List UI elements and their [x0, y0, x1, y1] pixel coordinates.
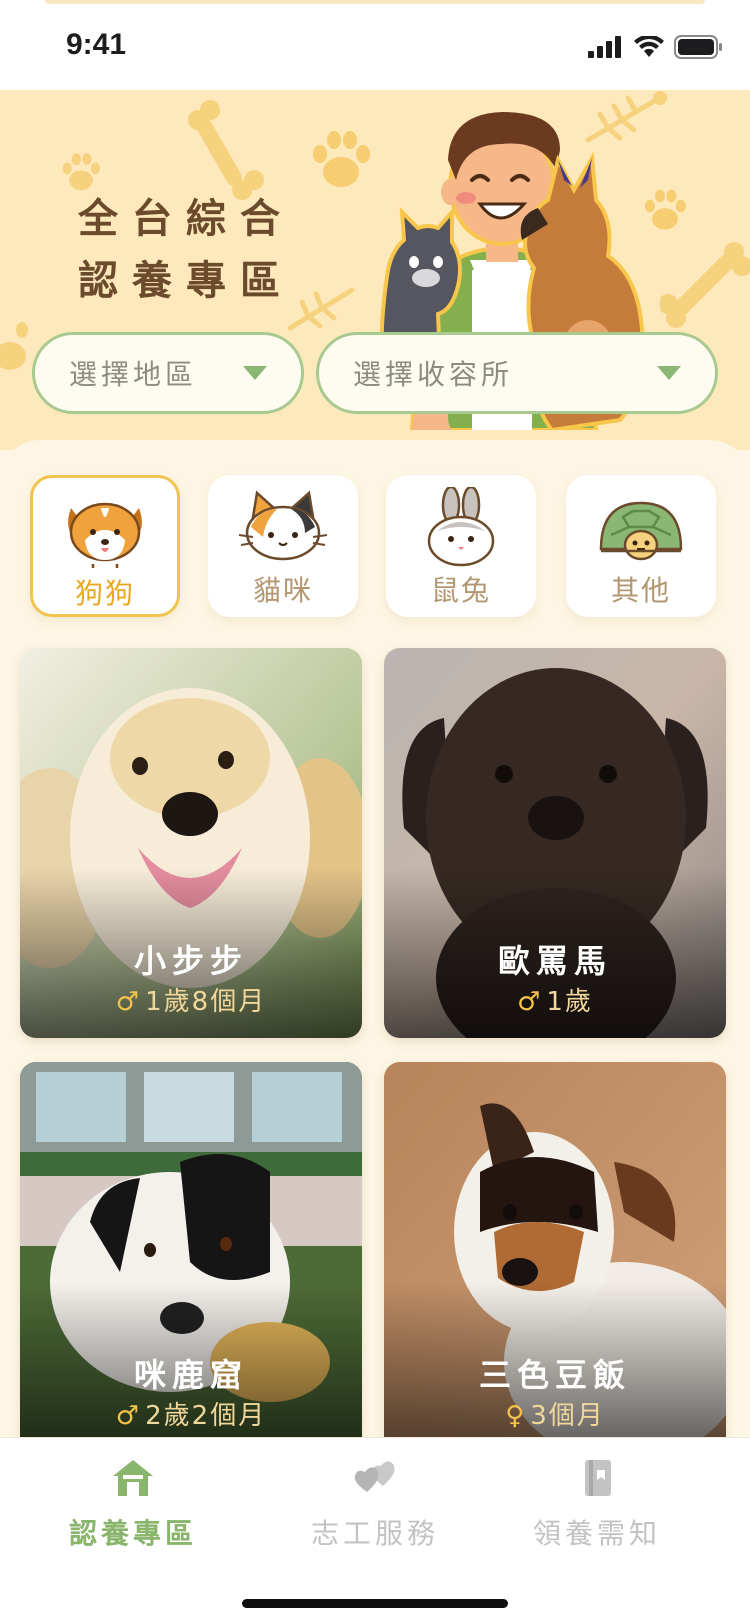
male-icon: ♂: [115, 987, 142, 1017]
home-icon: [113, 1460, 153, 1496]
caret-down-icon: [657, 366, 681, 380]
pet-name: 三色豆飯: [478, 1356, 631, 1394]
adoption-screen: 9:41 全台綜合 認養專區 選擇地區 選擇收容所 狗狗 貓咪 鼠兔 其他 小步…: [0, 0, 750, 1624]
pet-name: 咪鹿窟: [133, 1356, 248, 1394]
pet-info: ♂ 1歲8個月: [20, 981, 362, 1018]
cat-icon: [238, 490, 328, 561]
rabbit-icon: [427, 487, 495, 567]
pet-info: ♀ 3個月: [384, 1395, 726, 1432]
category-rabbit[interactable]: 鼠兔: [386, 475, 536, 617]
hearts-icon: [354, 1461, 395, 1492]
hero-title-line2: 認養專區: [78, 259, 294, 303]
region-dropdown-label: 選擇地區: [69, 358, 198, 391]
status-icons: [588, 34, 722, 60]
pet-age: 1歲8個月: [145, 987, 267, 1017]
category-label: 貓咪: [252, 574, 313, 607]
nav-label: 志工服務: [310, 1517, 439, 1550]
content-panel: 狗狗 貓咪 鼠兔 其他 小步步 ♂ 1歲8個月 歐罵馬 ♂ 1歲 咪鹿窟 ♂ 2…: [0, 440, 750, 1440]
category-dog[interactable]: 狗狗: [30, 475, 180, 617]
category-label: 狗狗: [74, 577, 135, 610]
notebook-icon: [585, 1460, 611, 1496]
pet-card[interactable]: 咪鹿窟 ♂ 2歲2個月: [20, 1062, 362, 1440]
pet-card[interactable]: 小步步 ♂ 1歲8個月: [20, 648, 362, 1038]
battery-icon: [674, 35, 722, 59]
wifi-icon: [634, 36, 664, 57]
dog-icon: [68, 502, 142, 568]
caret-down-icon: [243, 366, 267, 380]
pet-age: 3個月: [530, 1401, 605, 1431]
nav-guidelines[interactable]: 領養需知: [497, 1458, 697, 1552]
category-label: 其他: [610, 574, 671, 607]
shelter-dropdown[interactable]: 選擇收容所: [316, 332, 718, 414]
region-dropdown[interactable]: 選擇地區: [32, 332, 304, 414]
nav-label: 認養專區: [68, 1517, 197, 1550]
pet-age: 1歲: [546, 987, 593, 1017]
female-icon: ♀: [505, 1401, 527, 1431]
nav-volunteer[interactable]: 志工服務: [275, 1458, 475, 1552]
signal-icon: [588, 36, 621, 58]
status-bar: 9:41: [0, 0, 750, 90]
pet-info: ♂ 1歲: [384, 981, 726, 1018]
bone-icon: [188, 100, 264, 200]
turtle-icon: [599, 501, 683, 561]
nav-label: 領養需知: [532, 1517, 661, 1550]
category-other[interactable]: 其他: [566, 475, 716, 617]
fishbone-icon: [287, 287, 355, 331]
pet-card[interactable]: 三色豆飯 ♀ 3個月: [384, 1062, 726, 1440]
category-cat[interactable]: 貓咪: [208, 475, 358, 617]
nav-adoption[interactable]: 認養專區: [33, 1458, 233, 1552]
male-icon: ♂: [517, 987, 543, 1017]
home-indicator: [242, 1599, 508, 1608]
hero-title: 全台綜合 認養專區: [78, 188, 294, 312]
bottom-navigation: 認養專區 志工服務 領養需知: [0, 1437, 750, 1624]
bone-icon: [660, 242, 750, 328]
pet-name: 歐罵馬: [497, 942, 612, 980]
status-time: 9:41: [66, 28, 127, 61]
pet-info: ♂ 2歲2個月: [20, 1395, 362, 1432]
hero-title-line1: 全台綜合: [78, 197, 294, 241]
male-icon: ♂: [115, 1401, 142, 1431]
category-label: 鼠兔: [430, 574, 491, 607]
pet-card[interactable]: 歐罵馬 ♂ 1歲: [384, 648, 726, 1038]
pet-age: 2歲2個月: [145, 1401, 267, 1431]
shelter-dropdown-label: 選擇收容所: [353, 358, 514, 391]
pet-name: 小步步: [133, 942, 248, 980]
